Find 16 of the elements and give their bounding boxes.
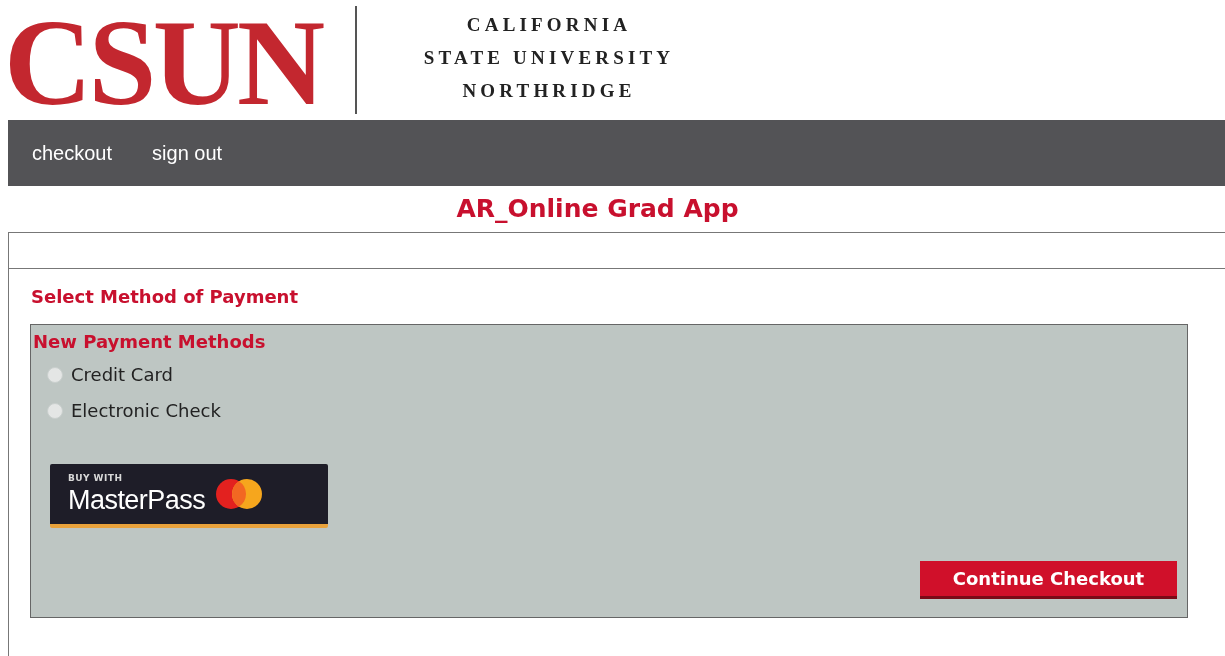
nav-link[interactable]: sign out — [152, 138, 223, 168]
radio-button[interactable] — [47, 366, 63, 383]
panel-heading: New Payment Methods — [33, 330, 267, 354]
option-label: Credit Card — [71, 363, 173, 387]
page-title: AR_Online Grad App — [456, 193, 739, 226]
continue-checkout-button[interactable]: Continue Checkout — [920, 561, 1177, 599]
option-label: Electronic Check — [71, 399, 221, 423]
logo-wordmark: CSUN — [3, 0, 324, 120]
interlocking-circles-icon — [215, 478, 264, 510]
nav-link[interactable]: checkout — [32, 138, 113, 168]
logo-text: STATE UNIVERSITY — [423, 45, 675, 70]
logo-text: CALIFORNIA — [466, 12, 632, 37]
radio-button[interactable] — [47, 402, 63, 419]
masterpass-button[interactable]: BUY WITH MasterPass — [50, 464, 328, 528]
logo-text: NORTHRIDGE — [462, 78, 636, 103]
section-title: Select Method of Payment — [31, 285, 300, 309]
